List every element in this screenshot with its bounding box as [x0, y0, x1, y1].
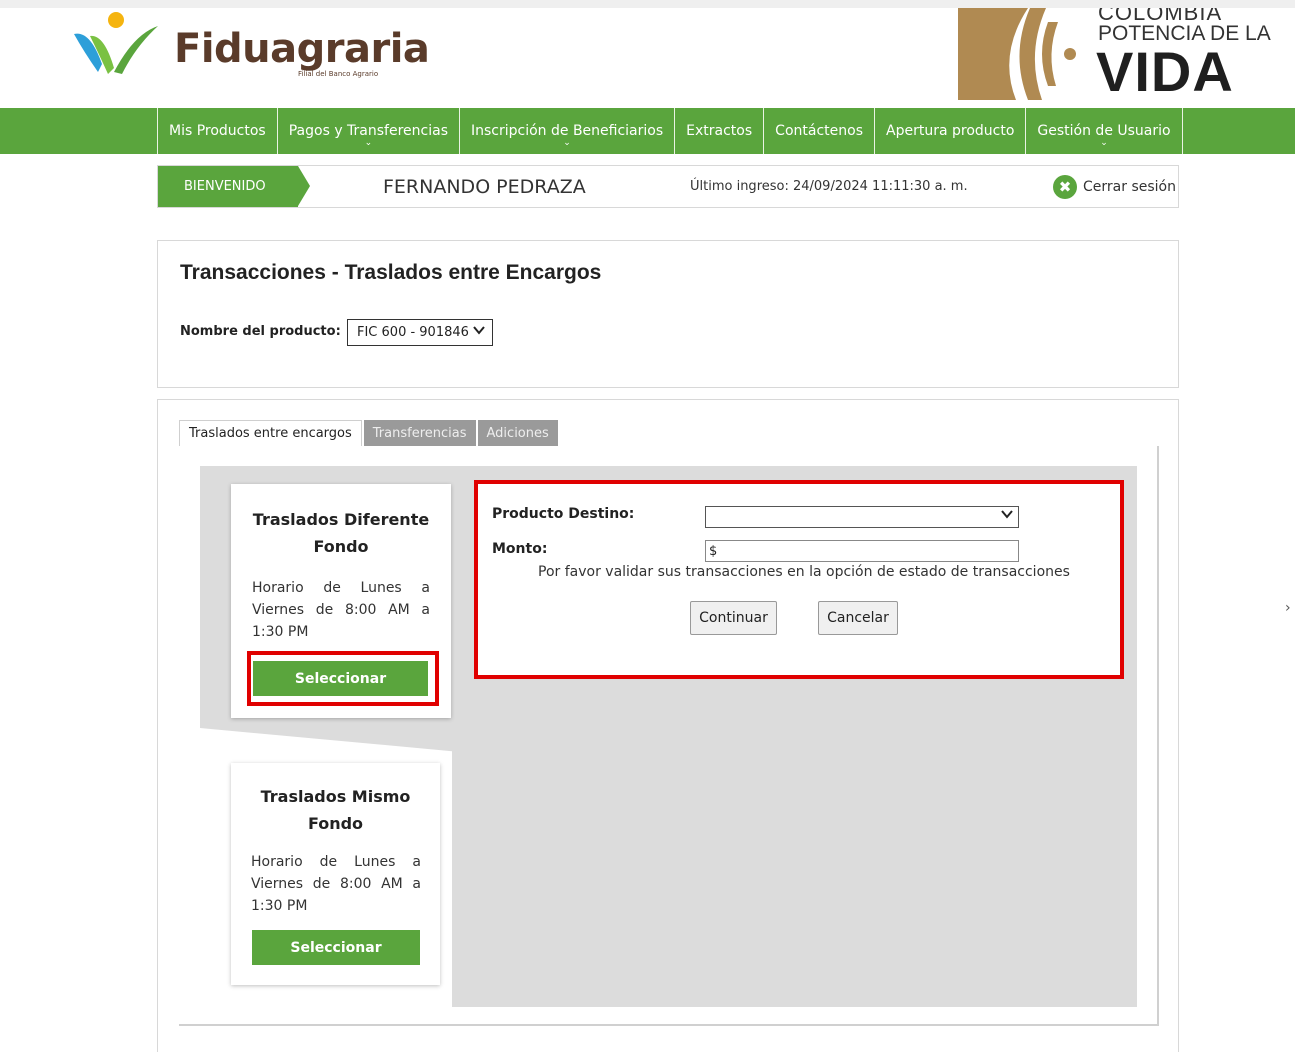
- nav-item-extractos[interactable]: Extractos: [674, 108, 763, 154]
- tab-adiciones[interactable]: Adiciones: [475, 420, 558, 446]
- logo-mark-icon: [74, 12, 158, 74]
- nav-item-pagos-transferencias[interactable]: Pagos y Transferencias ⌄: [276, 108, 459, 154]
- cancel-button[interactable]: Cancelar: [818, 601, 898, 635]
- brand-name: Fiduagraria: [174, 26, 430, 72]
- select-button-mismo-fondo[interactable]: Seleccionar: [252, 930, 420, 965]
- last-login: Último ingreso: 24/09/2024 11:11:30 a. m…: [690, 179, 968, 194]
- nav-label: Apertura producto: [886, 123, 1015, 139]
- nav-item-inscripcion-beneficiarios[interactable]: Inscripción de Beneficiarios ⌄: [459, 108, 674, 154]
- user-name: FERNANDO PEDRAZA: [383, 176, 586, 198]
- transfer-form: Producto Destino: Monto: $ Por favor val…: [474, 480, 1124, 679]
- nav-label: Contáctenos: [775, 123, 863, 139]
- welcome-badge: BIENVENIDO: [158, 166, 310, 207]
- card-title: Traslados Diferente Fondo: [252, 510, 430, 556]
- destino-label: Producto Destino:: [492, 506, 635, 522]
- product-panel: Transacciones - Traslados entre Encargos…: [157, 240, 1179, 388]
- highlight-select-button: [247, 651, 439, 706]
- nav-label: Gestión de Usuario: [1037, 123, 1171, 139]
- close-circle-icon: ✖: [1053, 175, 1077, 199]
- chevron-down-icon: [473, 324, 485, 340]
- card-traslados-mismo-fondo: Traslados Mismo Fondo Horario de Lunes a…: [231, 763, 440, 985]
- card-schedule: Horario de Lunes a Viernes de 8:00 AM a …: [252, 580, 430, 640]
- brand-subtitle: Filial del Banco Agrario: [298, 70, 379, 78]
- monto-label: Monto:: [492, 541, 548, 557]
- government-logo: COLOMBIA POTENCIA DE LA VIDA: [958, 8, 1278, 100]
- chevron-down-icon: ⌄: [1100, 138, 1108, 148]
- welcome-bar: BIENVENIDO FERNANDO PEDRAZA Último ingre…: [157, 165, 1179, 208]
- fiduagraria-logo[interactable]: Fiduagraria Filial del Banco Agrario: [70, 12, 430, 92]
- tab-transferencias[interactable]: Transferencias: [361, 420, 476, 446]
- product-select[interactable]: FIC 600 - 901846: [347, 319, 493, 346]
- nav-label: Inscripción de Beneficiarios: [471, 123, 664, 139]
- top-strip: [0, 0, 1295, 8]
- scroll-arrow-icon[interactable]: ›: [1285, 600, 1291, 616]
- nav-item-contactenos[interactable]: Contáctenos: [763, 108, 874, 154]
- card-title: Traslados Mismo Fondo: [260, 787, 411, 833]
- colombia-emblem-icon: [958, 8, 1088, 100]
- page-title: Transacciones - Traslados entre Encargos: [180, 261, 602, 284]
- chevron-down-icon: ⌄: [563, 138, 571, 148]
- chevron-down-icon: [1001, 508, 1013, 524]
- tab-bar: Traslados entre encargos Transferencias …: [179, 420, 558, 446]
- validation-note: Por favor validar sus transacciones en l…: [538, 564, 1070, 580]
- logout-label: Cerrar sesión: [1083, 179, 1176, 195]
- product-select-value: FIC 600 - 901846: [357, 325, 469, 340]
- gov-line-3: VIDA: [1096, 40, 1234, 100]
- chevron-down-icon: ⌄: [364, 138, 373, 148]
- destino-select[interactable]: [705, 506, 1019, 528]
- nav-list: Mis Productos Pagos y Transferencias ⌄ In…: [157, 108, 1183, 154]
- logout-button[interactable]: ✖ Cerrar sesión: [1053, 175, 1176, 199]
- nav-item-mis-productos[interactable]: Mis Productos: [157, 108, 277, 154]
- nav-item-apertura-producto[interactable]: Apertura producto: [874, 108, 1025, 154]
- monto-input[interactable]: $: [705, 540, 1019, 562]
- nav-label: Mis Productos: [169, 123, 266, 139]
- card-schedule: Horario de Lunes a Viernes de 8:00 AM a …: [251, 854, 421, 914]
- tab-traslados-entre-encargos[interactable]: Traslados entre encargos: [179, 420, 362, 446]
- continue-button[interactable]: Continuar: [690, 601, 777, 635]
- nav-label: Pagos y Transferencias: [288, 123, 448, 139]
- nav-label: Extractos: [686, 123, 753, 139]
- nav-item-gestion-usuario[interactable]: Gestión de Usuario ⌄: [1025, 108, 1183, 154]
- main-nav: Mis Productos Pagos y Transferencias ⌄ In…: [0, 108, 1295, 154]
- product-label: Nombre del producto:: [180, 324, 341, 339]
